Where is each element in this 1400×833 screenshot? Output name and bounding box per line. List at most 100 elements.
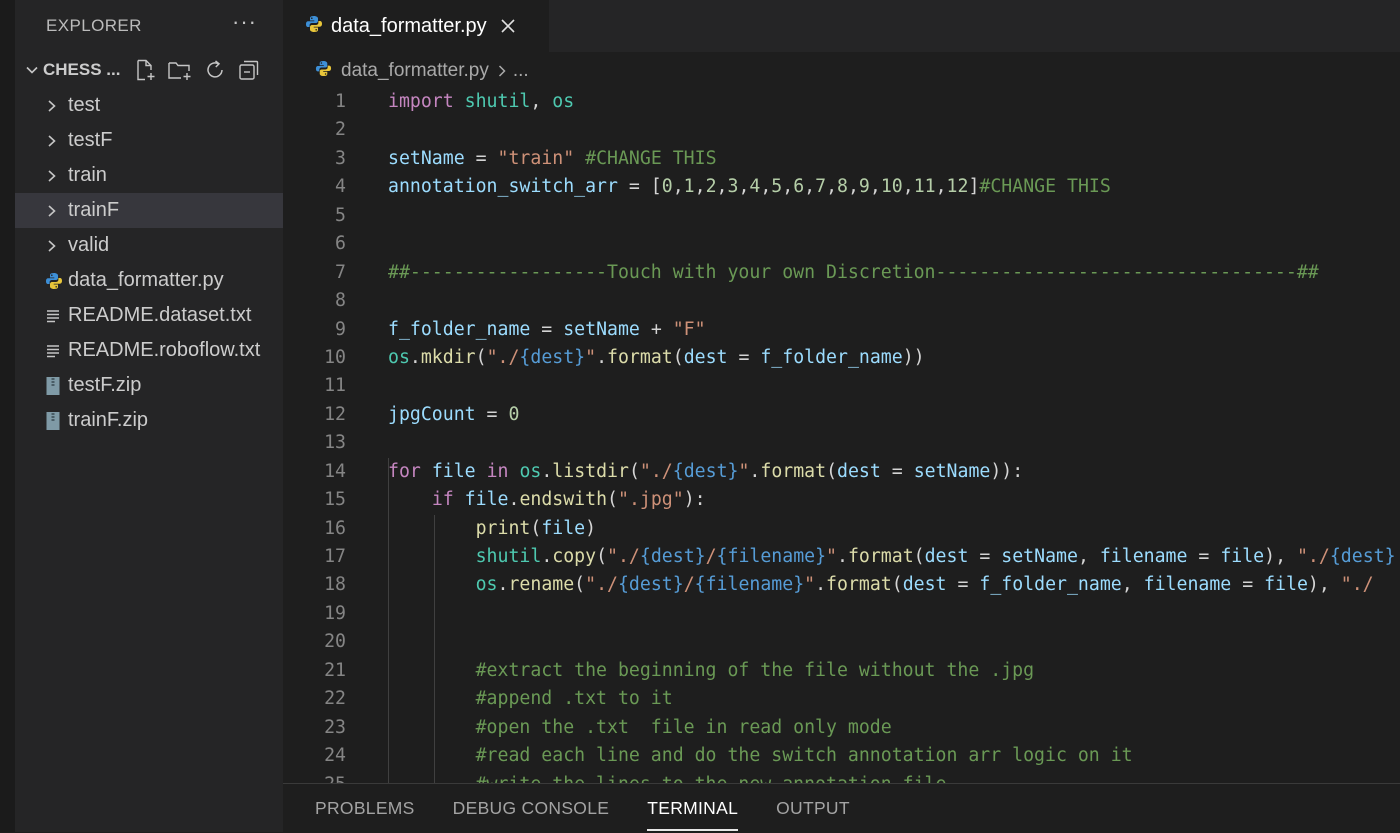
workspace-folder-name: CHESS ... [43, 60, 121, 79]
line-number: 23 [324, 716, 346, 738]
code-text: f_folder_name = setName + "F" [388, 318, 706, 340]
code-text: #read each line and do the switch annota… [475, 745, 1133, 767]
code-line: 10 os.mkdir("./{dest}".format(dest = f_fo… [283, 344, 1400, 372]
chevron-down-icon [21, 62, 43, 78]
tree-folder-trainF[interactable]: trainF [15, 193, 283, 228]
text-file-icon [45, 343, 67, 359]
line-number: 2 [335, 119, 346, 141]
code-line: 4 annotation_switch_arr = [0,1,2,3,4,5,6,… [283, 173, 1400, 201]
tab-data-formatter[interactable]: data_formatter.py [283, 0, 549, 52]
line-number: 12 [324, 403, 346, 425]
tree-item-label: train [68, 164, 107, 186]
python-icon [305, 15, 323, 38]
line-number: 22 [324, 688, 346, 710]
line-number: 14 [324, 460, 346, 482]
tab-problems[interactable]: PROBLEMS [315, 784, 415, 833]
tree-item-label: data_formatter.py [68, 269, 224, 291]
code-line: 3 setName = "train" #CHANGE THIS [283, 145, 1400, 173]
code-line: 16 print(file) [283, 515, 1400, 543]
line-number: 17 [324, 546, 346, 567]
line-number: 8 [335, 290, 346, 312]
code-text: #extract the beginning of the file witho… [475, 659, 1035, 681]
chevron-right-icon [45, 238, 67, 254]
code-line: 23 #open the .txt file in read only mode [283, 714, 1400, 742]
tree-item-label: test [68, 94, 101, 116]
tree-item-label: testF.zip [68, 374, 142, 396]
tree-item-label: README.roboflow.txt [68, 339, 261, 361]
code-line: 12 jpgCount = 0 [283, 401, 1400, 429]
tree-file-data-formatter[interactable]: data_formatter.py [15, 263, 283, 298]
breadcrumb-file[interactable]: data_formatter.py [341, 60, 489, 82]
tree-folder-train[interactable]: train [15, 158, 283, 193]
line-number: 5 [335, 204, 346, 226]
bottom-panel-tabs: PROBLEMS DEBUG CONSOLE TERMINAL OUTPUT [283, 783, 1400, 832]
refresh-icon[interactable] [203, 58, 227, 82]
tree-item-label: README.dataset.txt [68, 304, 252, 326]
tree-file-testF-zip[interactable]: testF.zip [15, 368, 283, 403]
line-number: 11 [324, 375, 346, 397]
explorer-title: EXPLORER [46, 16, 142, 35]
code-line: 11 [283, 372, 1400, 400]
chevron-right-icon [45, 98, 67, 114]
code-text: setName = "train" #CHANGE THIS [388, 147, 717, 169]
line-number: 20 [324, 631, 346, 653]
line-number: 10 [324, 346, 346, 368]
tab-output[interactable]: OUTPUT [776, 784, 850, 833]
tree-folder-valid[interactable]: valid [15, 228, 283, 263]
tree-folder-testF[interactable]: testF [15, 123, 283, 158]
code-line: 20 [283, 628, 1400, 656]
code-text: #open the .txt file in read only mode [475, 716, 892, 738]
tree-file-readme-roboflow[interactable]: README.roboflow.txt [15, 333, 283, 368]
code-text: annotation_switch_arr = [0,1,2,3,4,5,6,7… [388, 176, 1111, 198]
tree-item-label: trainF.zip [68, 409, 149, 431]
code-text: shutil.copy("./{dest}/{filename}".format… [475, 546, 1396, 567]
line-number: 16 [324, 517, 346, 539]
tree-file-trainF-zip[interactable]: trainF.zip [15, 403, 283, 438]
tab-debug-console[interactable]: DEBUG CONSOLE [453, 784, 610, 833]
code-text: ##------------------Touch with your own … [388, 261, 1319, 283]
new-file-icon[interactable] [133, 58, 157, 82]
line-number: 18 [324, 574, 346, 596]
code-editor[interactable]: 1 import shutil, os 2 3 setName = "train" … [283, 88, 1400, 783]
code-line: 24 #read each line and do the switch ann… [283, 742, 1400, 770]
collapse-all-icon[interactable] [237, 58, 261, 82]
code-text: #append .txt to it [475, 688, 673, 710]
code-line: 13 [283, 429, 1400, 457]
code-line: 15 if file.endswith(".jpg"): [283, 486, 1400, 514]
close-icon[interactable] [499, 17, 517, 35]
code-text: for file in os.listdir("./{dest}".format… [388, 460, 1024, 482]
activity-bar-edge [0, 0, 15, 832]
code-line: 8 [283, 287, 1400, 315]
code-text: os.rename("./{dest}/{filename}".format(d… [475, 574, 1374, 596]
line-number: 9 [335, 318, 346, 340]
zip-file-icon [45, 411, 67, 431]
line-number: 21 [324, 659, 346, 681]
code-line: 17 shutil.copy("./{dest}/{filename}".for… [283, 543, 1400, 571]
more-actions-icon[interactable]: ··· [232, 9, 257, 35]
code-line: 9 f_folder_name = setName + "F" [283, 316, 1400, 344]
tree-item-label: valid [68, 234, 110, 256]
tab-label: data_formatter.py [331, 14, 487, 37]
line-number: 15 [324, 489, 346, 511]
code-line: 6 [283, 230, 1400, 258]
tree-item-label: testF [68, 129, 113, 151]
python-icon [315, 60, 332, 83]
tree-file-readme-dataset[interactable]: README.dataset.txt [15, 298, 283, 333]
chevron-right-icon [497, 64, 507, 78]
code-text: jpgCount = 0 [388, 403, 520, 425]
code-text: import shutil, os [388, 91, 575, 112]
chevron-right-icon [45, 203, 67, 219]
line-number: 1 [335, 91, 346, 112]
tree-item-label: trainF [68, 199, 120, 221]
line-number: 7 [335, 261, 346, 283]
text-file-icon [45, 308, 67, 324]
code-line: 19 [283, 600, 1400, 628]
tab-terminal[interactable]: TERMINAL [647, 784, 739, 833]
breadcrumb-symbol[interactable]: ... [513, 60, 529, 82]
new-folder-icon[interactable] [167, 58, 193, 82]
code-line: 14 for file in os.listdir("./{dest}".form… [283, 458, 1400, 486]
workspace-folder-header[interactable]: CHESS ... [15, 52, 283, 88]
tree-folder-test[interactable]: test [15, 88, 283, 123]
chevron-right-icon [45, 168, 67, 184]
python-icon [45, 272, 67, 290]
